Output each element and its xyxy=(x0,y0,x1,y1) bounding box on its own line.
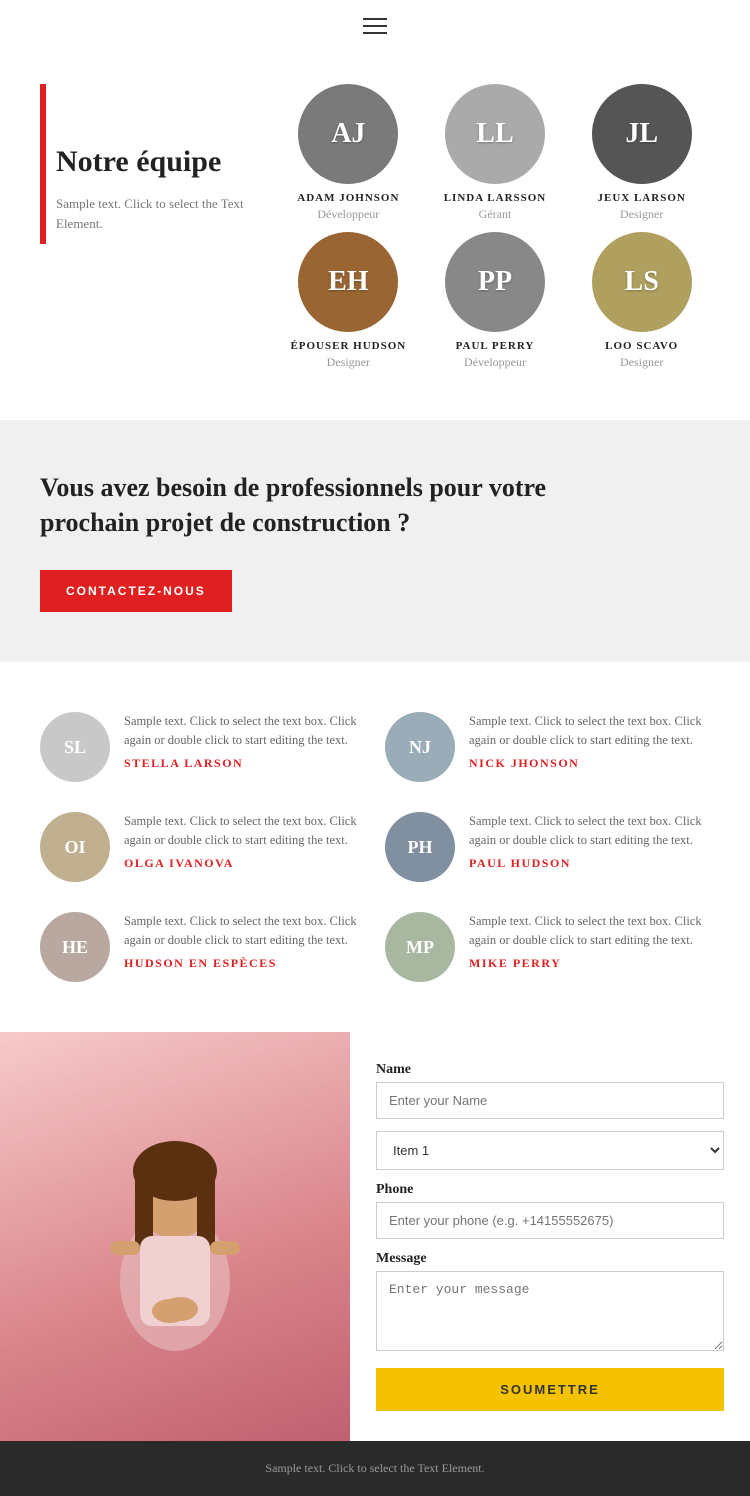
testimonial-initials: OI xyxy=(64,837,85,858)
team-member: JL JEUX LARSON Designer xyxy=(573,84,710,222)
phone-input[interactable] xyxy=(376,1202,724,1239)
team-member-name: LINDA LARSSON xyxy=(444,192,547,204)
team-member-role: Développeur xyxy=(464,355,526,370)
testimonial-content: Sample text. Click to select the text bo… xyxy=(469,712,710,771)
testimonial-text: Sample text. Click to select the text bo… xyxy=(469,912,710,950)
item-select[interactable]: Item 1Item 2Item 3 xyxy=(376,1131,724,1170)
phone-field-group: Phone xyxy=(376,1182,724,1239)
red-bar-accent xyxy=(40,84,46,244)
team-grid: AJ ADAM JOHNSON Développeur LL LINDA LAR… xyxy=(260,84,710,370)
testimonial-text: Sample text. Click to select the text bo… xyxy=(469,712,710,750)
submit-button[interactable]: SOUMETTRE xyxy=(376,1368,724,1411)
testimonial-content: Sample text. Click to select the text bo… xyxy=(469,812,710,871)
testimonial-avatar: PH xyxy=(385,812,455,882)
testimonials-grid: SL Sample text. Click to select the text… xyxy=(40,712,710,982)
team-avatar: JL xyxy=(592,84,692,184)
team-member-role: Développeur xyxy=(317,207,379,222)
team-member-name: ADAM JOHNSON xyxy=(297,192,399,204)
avatar-initials: AJ xyxy=(331,118,365,150)
testimonial-item: MP Sample text. Click to select the text… xyxy=(385,912,710,982)
testimonial-text: Sample text. Click to select the text bo… xyxy=(124,912,365,950)
team-avatar: EH xyxy=(298,232,398,332)
testimonials-section: SL Sample text. Click to select the text… xyxy=(0,662,750,1032)
testimonial-avatar: OI xyxy=(40,812,110,882)
team-member: PP PAUL PERRY Développeur xyxy=(427,232,564,370)
testimonial-content: Sample text. Click to select the text bo… xyxy=(469,912,710,971)
team-member-name: LOO SCAVO xyxy=(605,340,678,352)
team-member: LS LOO SCAVO Designer xyxy=(573,232,710,370)
testimonial-name: HUDSON EN ESPÈCES xyxy=(124,956,365,971)
message-textarea[interactable] xyxy=(376,1271,724,1351)
team-avatar: AJ xyxy=(298,84,398,184)
testimonial-initials: MP xyxy=(406,937,434,958)
testimonial-name: OLGA IVANOVA xyxy=(124,856,365,871)
team-member-role: Gérant xyxy=(479,207,512,222)
testimonial-name: NICK JHONSON xyxy=(469,756,710,771)
testimonial-initials: NJ xyxy=(409,737,431,758)
footer: Sample text. Click to select the Text El… xyxy=(0,1441,750,1496)
testimonial-name: PAUL HUDSON xyxy=(469,856,710,871)
testimonial-item: OI Sample text. Click to select the text… xyxy=(40,812,365,882)
testimonial-initials: SL xyxy=(64,737,86,758)
testimonial-content: Sample text. Click to select the text bo… xyxy=(124,912,365,971)
avatar-initials: PP xyxy=(478,266,512,298)
testimonial-initials: HE xyxy=(62,937,88,958)
contact-form: Name Item 1Item 2Item 3 Phone Message SO… xyxy=(350,1032,750,1441)
avatar-initials: JL xyxy=(625,118,658,150)
testimonial-item: PH Sample text. Click to select the text… xyxy=(385,812,710,882)
testimonial-avatar: HE xyxy=(40,912,110,982)
team-member: EH ÉPOUSER HUDSON Designer xyxy=(280,232,417,370)
team-member-name: ÉPOUSER HUDSON xyxy=(290,340,406,352)
team-avatar: LL xyxy=(445,84,545,184)
name-label: Name xyxy=(376,1062,724,1078)
woman-illustration xyxy=(35,1081,315,1441)
name-field-group: Name xyxy=(376,1062,724,1119)
select-field-group: Item 1Item 2Item 3 xyxy=(376,1131,724,1170)
testimonial-item: NJ Sample text. Click to select the text… xyxy=(385,712,710,782)
testimonial-content: Sample text. Click to select the text bo… xyxy=(124,712,365,771)
team-subtitle: Sample text. Click to select the Text El… xyxy=(40,194,260,233)
testimonial-initials: PH xyxy=(408,837,433,858)
team-avatar: PP xyxy=(445,232,545,332)
cta-section: Vous avez besoin de professionnels pour … xyxy=(0,420,750,662)
testimonial-item: HE Sample text. Click to select the text… xyxy=(40,912,365,982)
header xyxy=(0,0,750,44)
team-member-role: Designer xyxy=(620,355,663,370)
contact-image-placeholder xyxy=(0,1032,350,1441)
testimonial-content: Sample text. Click to select the text bo… xyxy=(124,812,365,871)
testimonial-text: Sample text. Click to select the text bo… xyxy=(124,712,365,750)
hamburger-icon[interactable] xyxy=(363,18,387,34)
footer-text: Sample text. Click to select the Text El… xyxy=(40,1461,710,1476)
phone-label: Phone xyxy=(376,1182,724,1198)
team-title: Notre équipe xyxy=(40,144,260,180)
avatar-initials: LS xyxy=(625,266,659,298)
testimonial-avatar: NJ xyxy=(385,712,455,782)
contactez-nous-button[interactable]: CONTACTEZ-NOUS xyxy=(40,570,232,612)
testimonial-avatar: MP xyxy=(385,912,455,982)
testimonial-avatar: SL xyxy=(40,712,110,782)
name-input[interactable] xyxy=(376,1082,724,1119)
avatar-initials: LL xyxy=(476,118,513,150)
testimonial-text: Sample text. Click to select the text bo… xyxy=(469,812,710,850)
testimonial-name: STELLA LARSON xyxy=(124,756,365,771)
team-left: Notre équipe Sample text. Click to selec… xyxy=(40,84,260,370)
team-member-role: Designer xyxy=(327,355,370,370)
team-member: LL LINDA LARSSON Gérant xyxy=(427,84,564,222)
team-member-name: PAUL PERRY xyxy=(456,340,535,352)
cta-text: Vous avez besoin de professionnels pour … xyxy=(40,470,560,540)
contact-section: Name Item 1Item 2Item 3 Phone Message SO… xyxy=(0,1032,750,1441)
contact-image xyxy=(0,1032,350,1441)
testimonial-text: Sample text. Click to select the text bo… xyxy=(124,812,365,850)
message-label: Message xyxy=(376,1251,724,1267)
team-member-name: JEUX LARSON xyxy=(598,192,686,204)
testimonial-item: SL Sample text. Click to select the text… xyxy=(40,712,365,782)
team-member: AJ ADAM JOHNSON Développeur xyxy=(280,84,417,222)
avatar-initials: EH xyxy=(328,266,368,298)
message-field-group: Message xyxy=(376,1251,724,1356)
team-avatar: LS xyxy=(592,232,692,332)
testimonial-name: MIKE PERRY xyxy=(469,956,710,971)
team-section: Notre équipe Sample text. Click to selec… xyxy=(0,44,750,420)
team-member-role: Designer xyxy=(620,207,663,222)
